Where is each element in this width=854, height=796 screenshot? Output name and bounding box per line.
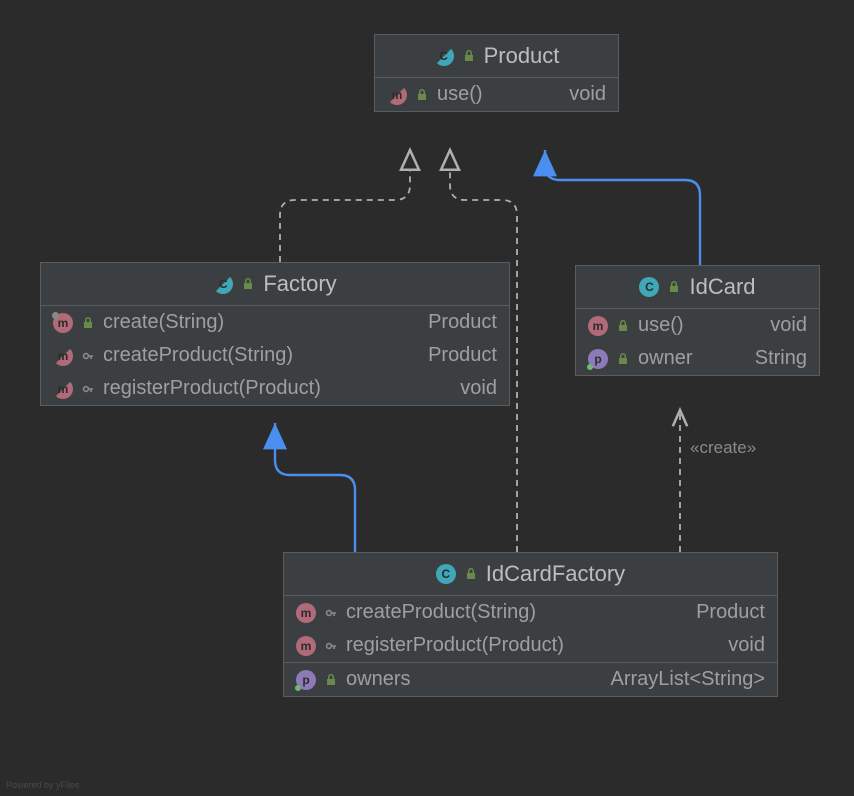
lock-icon	[324, 673, 338, 687]
member-row: p owners ArrayList<String>	[284, 663, 777, 696]
method-icon: m	[53, 313, 73, 333]
lock-icon	[81, 316, 95, 330]
class-header-idcardfactory: C IdCardFactory	[284, 553, 777, 596]
member-row: m createProduct(String) Product	[41, 339, 509, 372]
member-row: p owner String	[576, 342, 819, 375]
class-product[interactable]: C Product m use() void	[374, 34, 619, 112]
member-row: m create(String) Product	[41, 306, 509, 339]
method-icon-abstract: m	[53, 379, 73, 399]
key-icon	[324, 606, 338, 620]
class-header-idcard: C IdCard	[576, 266, 819, 309]
method-icon-abstract: m	[53, 346, 73, 366]
key-icon	[81, 382, 95, 396]
edge-idcard-extends-product	[545, 150, 700, 265]
key-icon	[324, 639, 338, 653]
class-name: IdCardFactory	[486, 561, 625, 587]
lock-icon	[616, 352, 630, 366]
edge-idcardfactory-extends-factory	[275, 423, 355, 552]
class-name: IdCard	[689, 274, 755, 300]
class-icon-abstract: C	[213, 274, 233, 294]
member-row: m registerProduct(Product) void	[284, 629, 777, 662]
member-row: m use() void	[375, 78, 618, 111]
class-header-product: C Product	[375, 35, 618, 78]
stereotype-create: «create»	[690, 438, 756, 458]
property-icon: p	[296, 670, 316, 690]
class-name: Factory	[263, 271, 336, 297]
lock-icon	[464, 567, 478, 581]
method-icon: m	[296, 636, 316, 656]
class-icon: C	[436, 564, 456, 584]
class-icon: C	[639, 277, 659, 297]
class-header-factory: C Factory	[41, 263, 509, 306]
member-row: m use() void	[576, 309, 819, 342]
member-row: m registerProduct(Product) void	[41, 372, 509, 405]
lock-icon	[667, 280, 681, 294]
lock-icon	[616, 319, 630, 333]
method-icon: m	[296, 603, 316, 623]
class-icon-abstract: C	[434, 46, 454, 66]
key-icon	[81, 349, 95, 363]
lock-icon	[241, 277, 255, 291]
watermark: Powered by yFiles	[6, 780, 80, 790]
property-icon: p	[588, 349, 608, 369]
class-idcard[interactable]: C IdCard m use() void p owner String	[575, 265, 820, 376]
lock-icon	[415, 88, 429, 102]
class-name: Product	[484, 43, 560, 69]
lock-icon	[462, 49, 476, 63]
member-row: m createProduct(String) Product	[284, 596, 777, 629]
class-idcardfactory[interactable]: C IdCardFactory m createProduct(String) …	[283, 552, 778, 697]
class-factory[interactable]: C Factory m create(String) Product m cre…	[40, 262, 510, 406]
edge-factory-creates-product	[280, 150, 410, 262]
method-icon: m	[588, 316, 608, 336]
method-icon-abstract: m	[387, 85, 407, 105]
